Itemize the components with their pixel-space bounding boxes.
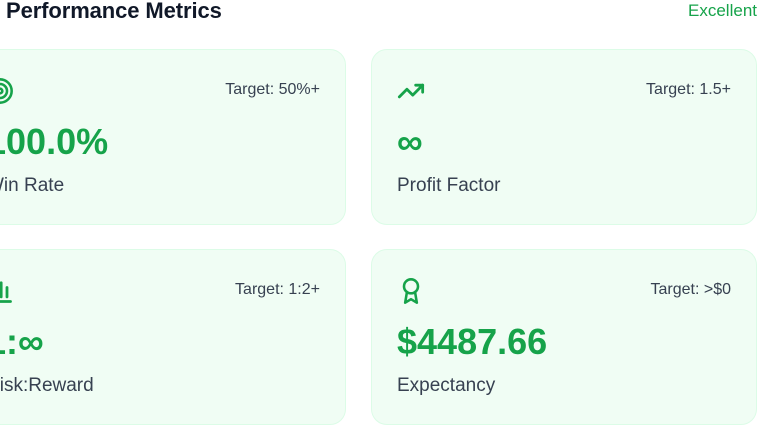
metric-card-risk-reward: Target: 1:2+ 1:∞ Risk:Reward (0, 249, 346, 425)
trending-up-icon (397, 77, 425, 105)
metric-target: Target: 50%+ (225, 81, 320, 98)
metric-label: Win Rate (0, 175, 65, 196)
metric-value: 1:∞ (0, 321, 44, 362)
metric-card-expectancy: Target: >$0 $4487.66 Expectancy (371, 249, 757, 425)
metric-label: Risk:Reward (0, 375, 94, 396)
performance-rating-badge: Excellent (688, 1, 757, 20)
bar-chart-icon (0, 277, 14, 305)
panel-title: Performance Metrics (6, 0, 222, 23)
metric-value: 100.0% (0, 121, 109, 162)
performance-metrics-panel: Performance Metrics Excellent Target: 50… (0, 0, 765, 439)
award-icon (397, 277, 425, 305)
metric-card-profit-factor: Target: 1.5+ ∞ Profit Factor (371, 49, 757, 225)
metric-target: Target: 1:2+ (235, 281, 320, 298)
metric-label: Expectancy (397, 375, 496, 396)
metric-card-win-rate: Target: 50%+ 100.0% Win Rate (0, 49, 346, 225)
target-icon (0, 77, 14, 105)
metric-label: Profit Factor (397, 175, 501, 196)
metric-value: $4487.66 (397, 321, 548, 362)
metric-target: Target: >$0 (650, 281, 732, 298)
metric-value: ∞ (397, 121, 423, 162)
metric-target: Target: 1.5+ (646, 81, 731, 98)
